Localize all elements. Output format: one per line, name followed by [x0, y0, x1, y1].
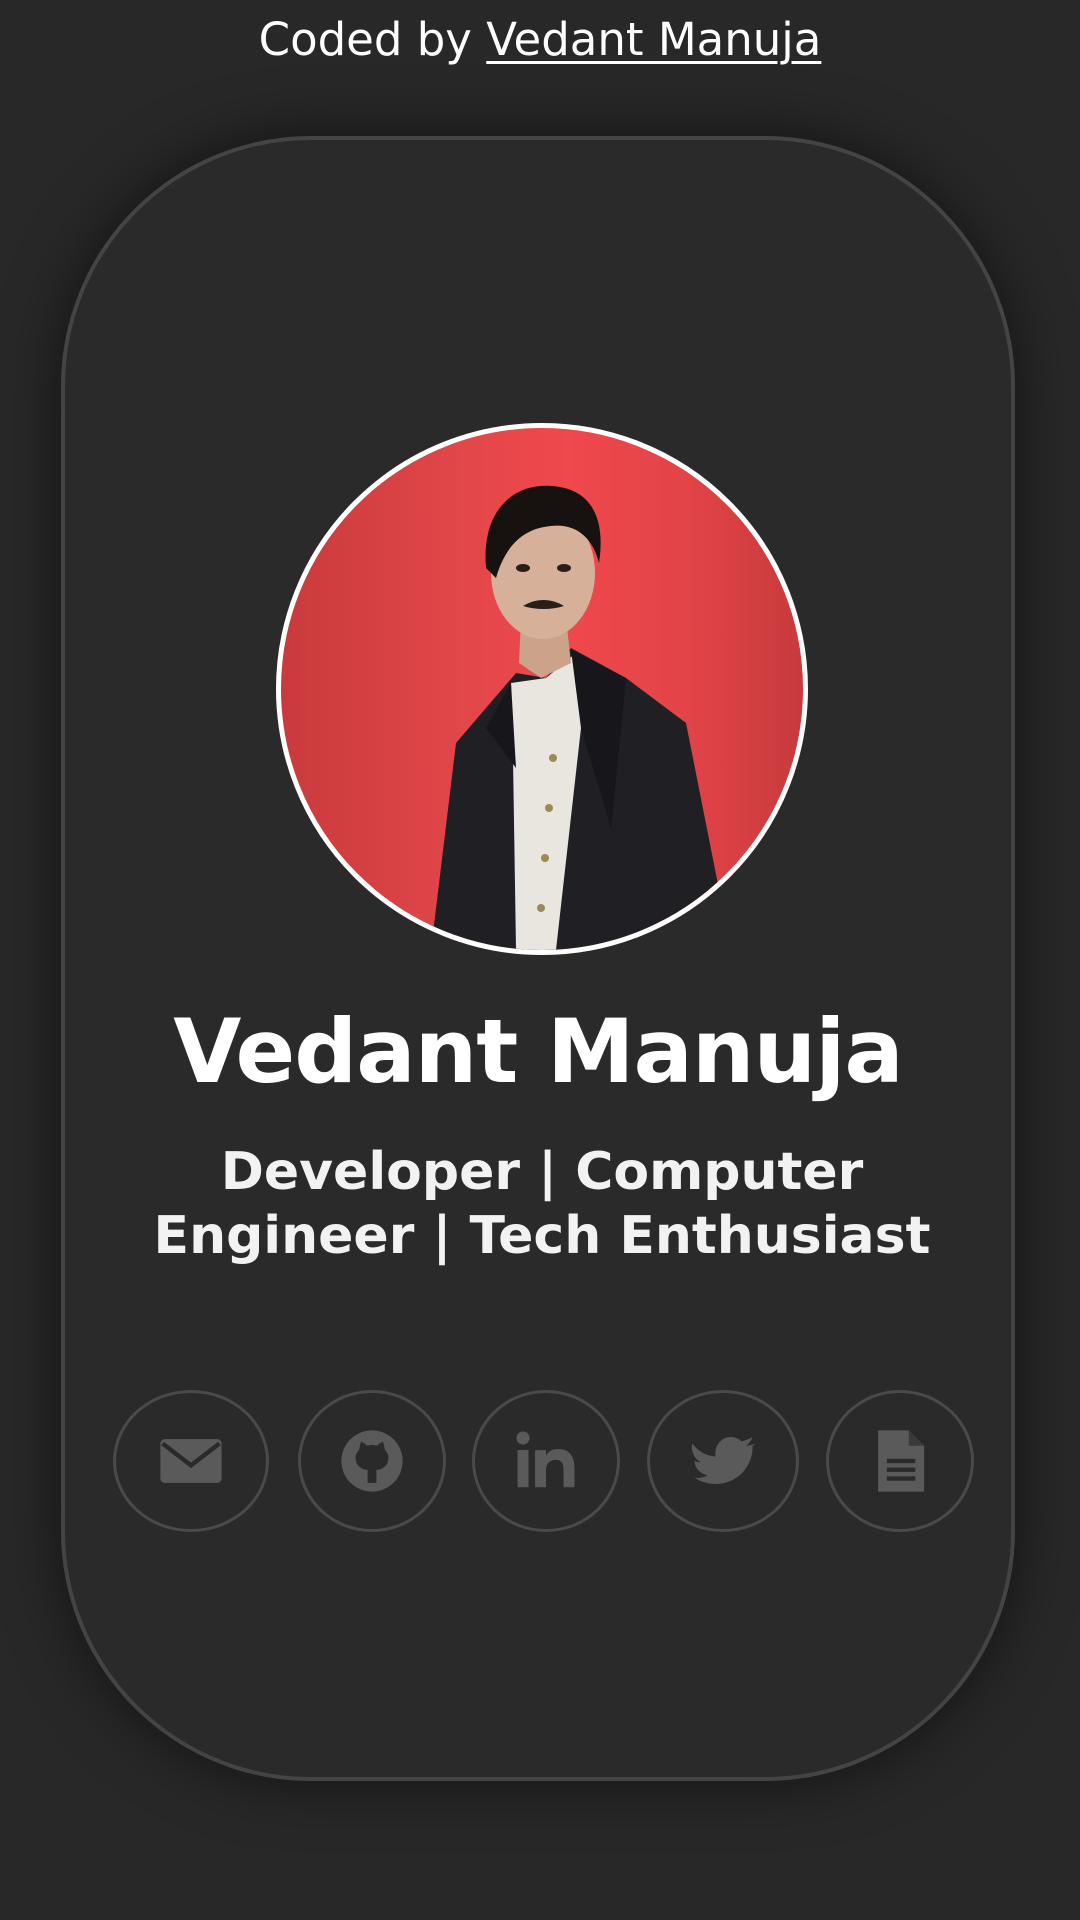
author-link[interactable]: Vedant Manuja — [486, 13, 821, 66]
profile-photo — [431, 485, 731, 950]
profile-name: Vedant Manuja — [173, 1000, 904, 1103]
envelope-icon — [160, 1439, 222, 1483]
credit-prefix: Coded by — [258, 13, 487, 66]
email-button[interactable] — [113, 1390, 269, 1532]
twitter-button[interactable] — [647, 1390, 799, 1532]
resume-button[interactable] — [826, 1390, 974, 1532]
linkedin-button[interactable] — [472, 1390, 620, 1532]
profile-tagline: Developer | Computer Engineer | Tech Ent… — [153, 1142, 931, 1266]
profile-card: Vedant Manuja Developer | Computer Engin… — [61, 136, 1015, 1781]
credit-line: Coded by Vedant Manuja — [0, 12, 1080, 68]
github-icon — [341, 1430, 403, 1492]
linkedin-icon — [516, 1431, 575, 1488]
github-button[interactable] — [298, 1390, 446, 1532]
avatar — [276, 423, 808, 955]
twitter-icon — [691, 1436, 756, 1484]
document-icon — [878, 1430, 925, 1492]
